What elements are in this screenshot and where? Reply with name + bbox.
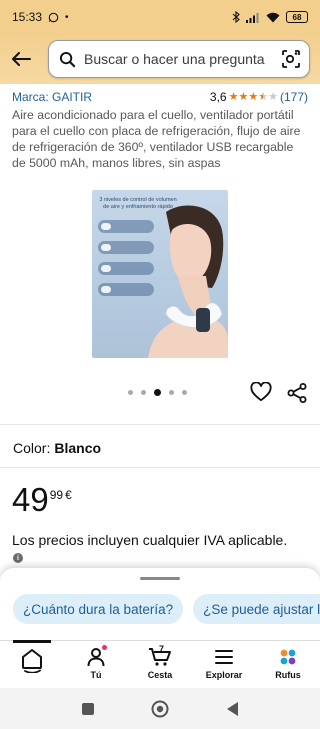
bluetooth-icon (232, 11, 240, 23)
tab-label: Tú (90, 670, 102, 680)
back-button[interactable] (8, 46, 34, 72)
price-whole: 49 (12, 481, 49, 518)
menu-icon (215, 650, 233, 664)
star-icon: ★ (248, 90, 259, 103)
color-value: Blanco (54, 440, 102, 456)
divider (0, 467, 320, 468)
battery-level: 68 (292, 12, 302, 22)
tab-label: Explorar (205, 670, 243, 680)
image-carousel-indicator (128, 389, 187, 396)
carousel-dot[interactable] (182, 390, 187, 395)
recents-icon[interactable] (81, 702, 95, 716)
price-currency: € (65, 488, 72, 502)
back-triangle-icon[interactable] (225, 701, 239, 717)
star-icon: ★ (228, 90, 239, 103)
tab-home[interactable] (0, 640, 64, 688)
brand-rating-row: Marca: GAITIR 3,6 ★ ★ ★ ★ ★ (177) (12, 90, 308, 104)
price-fraction: 99 (49, 488, 64, 502)
color-label: Color: (13, 440, 51, 456)
suggestion-chip[interactable]: ¿Se puede ajustar la (193, 594, 320, 624)
carousel-dot[interactable] (128, 390, 133, 395)
star-half-icon: ★ (258, 90, 269, 103)
price: 49 99 € (12, 482, 72, 518)
signal-icon (246, 12, 259, 23)
system-nav-bar (0, 688, 320, 729)
status-bar: 15:33 • 68 (0, 0, 320, 34)
more-dots-icon: • (65, 11, 69, 23)
divider (0, 424, 320, 425)
carousel-dot[interactable] (141, 390, 146, 395)
search-bar[interactable] (48, 40, 310, 78)
home-icon (22, 649, 42, 673)
suggestion-chips: ¿Cuánto dura la batería? ¿Se puede ajust… (13, 594, 320, 624)
info-icon[interactable]: i (13, 553, 23, 563)
status-time: 15:33 (12, 10, 43, 24)
rating[interactable]: 3,6 ★ ★ ★ ★ ★ (177) (210, 90, 308, 104)
back-arrow-icon (12, 52, 31, 66)
color-selector[interactable]: Color: Blanco (13, 440, 101, 456)
tab-rufus[interactable]: Rufus (256, 641, 320, 688)
search-icon (59, 51, 76, 67)
cart-count: 7 (159, 644, 165, 654)
rufus-icon (280, 649, 296, 665)
bottom-tab-bar: Tú 7 Cesta Explorar Rufus (0, 640, 320, 688)
wifi-icon (266, 12, 280, 22)
star-empty-icon: ★ (268, 90, 278, 103)
home-circle-icon[interactable] (151, 700, 169, 718)
star-icon: ★ (238, 90, 249, 103)
tab-cart[interactable]: 7 Cesta (128, 641, 192, 688)
product-title: Aire acondicionado para el cuello, venti… (12, 108, 301, 170)
suggestion-chip[interactable]: ¿Cuánto dura la batería? (13, 594, 184, 624)
whatsapp-icon (48, 12, 59, 22)
carousel-dot-active[interactable] (154, 389, 161, 396)
review-count: (177) (279, 90, 308, 104)
model-illustration (148, 205, 228, 358)
product-image[interactable]: 3 niveles de control de volumen de aire … (92, 190, 228, 358)
brand-link[interactable]: Marca: GAITIR (12, 90, 92, 104)
user-icon (87, 648, 105, 667)
carousel-dot[interactable] (169, 390, 174, 395)
wishlist-heart-icon[interactable] (250, 382, 272, 402)
rating-value: 3,6 (209, 90, 227, 104)
share-icon[interactable] (286, 382, 308, 404)
tab-explore[interactable]: Explorar (192, 641, 256, 688)
sheet-drag-handle[interactable] (140, 577, 180, 580)
tab-label: Rufus (275, 670, 301, 680)
search-header (0, 34, 320, 84)
battery-icon: 68 (286, 11, 308, 23)
search-input[interactable] (84, 51, 281, 67)
tab-you[interactable]: Tú (64, 641, 128, 688)
rating-stars: ★ ★ ★ ★ ★ (228, 90, 278, 103)
tab-label: Cesta (147, 670, 173, 680)
notification-dot (102, 645, 107, 650)
camera-search-icon[interactable] (281, 49, 301, 69)
tax-note: Los precios incluyen cualquier IVA aplic… (12, 532, 288, 548)
rufus-suggestions-sheet: ¿Cuánto dura la batería? ¿Se puede ajust… (0, 568, 320, 640)
